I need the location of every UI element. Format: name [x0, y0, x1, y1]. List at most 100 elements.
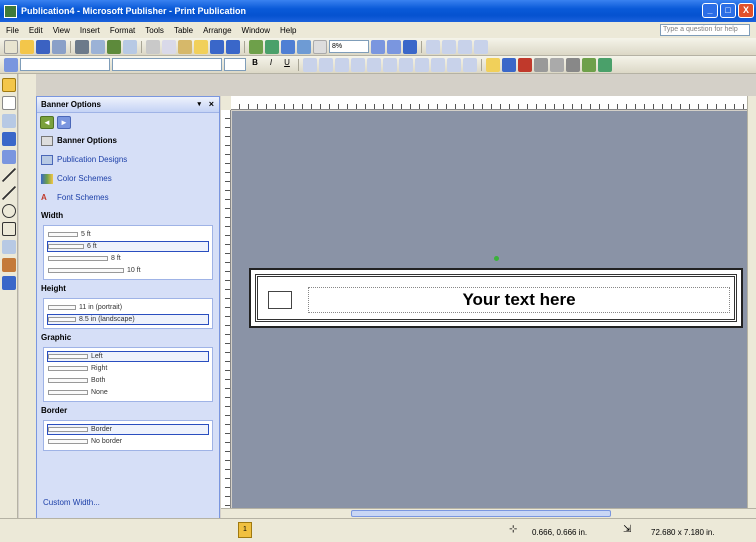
copy-icon[interactable]	[162, 39, 176, 54]
decrease-font-icon[interactable]	[447, 57, 461, 72]
align-right-icon[interactable]	[335, 57, 349, 72]
shadow-icon[interactable]	[582, 57, 596, 72]
rotation-handle[interactable]	[494, 256, 499, 261]
banner-graphic-icon[interactable]	[268, 291, 292, 309]
menu-arrange[interactable]: Arrange	[203, 26, 231, 35]
align-left-icon[interactable]	[303, 57, 317, 72]
open-icon[interactable]	[20, 39, 34, 54]
styles-icon[interactable]	[4, 57, 18, 72]
graphic-option-both[interactable]: Both	[47, 375, 209, 386]
columns-icon[interactable]	[297, 39, 311, 54]
fill-color-icon[interactable]	[486, 57, 500, 72]
font-color-icon[interactable]	[518, 57, 532, 72]
banner-text-box[interactable]: Your text here	[308, 287, 730, 313]
numbering-icon[interactable]	[383, 57, 397, 72]
menu-table[interactable]: Table	[174, 26, 193, 35]
send-to-back-icon[interactable]	[265, 39, 279, 54]
redo-icon[interactable]	[226, 39, 240, 54]
link-color-schemes[interactable]: Color Schemes	[37, 169, 219, 188]
graphic-option-none[interactable]: None	[47, 387, 209, 398]
horizontal-ruler[interactable]	[231, 96, 747, 110]
increase-indent-icon[interactable]	[431, 57, 445, 72]
publisher-app-icon[interactable]	[4, 4, 17, 18]
decrease-indent-icon[interactable]	[415, 57, 429, 72]
design-gallery-icon[interactable]	[2, 258, 16, 272]
connect-frames-icon[interactable]	[426, 39, 440, 54]
width-option-5ft[interactable]: 5 ft	[47, 229, 209, 240]
menu-window[interactable]: Window	[242, 26, 270, 35]
zoom-in-icon[interactable]	[387, 39, 401, 54]
menu-help[interactable]: Help	[280, 26, 296, 35]
increase-font-icon[interactable]	[463, 57, 477, 72]
font-combo[interactable]	[112, 58, 222, 71]
style-combo[interactable]	[20, 58, 110, 71]
save-icon[interactable]	[36, 39, 50, 54]
search-file-icon[interactable]	[52, 39, 66, 54]
vertical-ruler[interactable]	[221, 110, 231, 508]
format-painter-icon[interactable]	[194, 39, 208, 54]
bring-to-front-icon[interactable]	[249, 39, 263, 54]
width-option-10ft[interactable]: 10 ft	[47, 265, 209, 276]
menu-view[interactable]: View	[53, 26, 70, 35]
task-pane-close-icon[interactable]: ×	[209, 99, 214, 109]
rectangle-icon[interactable]	[2, 222, 16, 236]
menu-file[interactable]: File	[6, 26, 19, 35]
line-color-icon[interactable]	[502, 57, 516, 72]
bullets-icon[interactable]	[399, 57, 413, 72]
ruler-corner[interactable]	[221, 96, 231, 110]
border-option-border[interactable]: Border	[47, 424, 209, 435]
line-spacing-icon[interactable]	[367, 57, 381, 72]
more-buttons-icon[interactable]	[2, 276, 16, 290]
zoom-out-icon[interactable]	[371, 39, 385, 54]
graphic-option-left[interactable]: Left	[47, 351, 209, 362]
horizontal-scrollbar[interactable]	[221, 508, 756, 518]
page-navigation-icon[interactable]: 1	[238, 522, 252, 538]
height-option-landscape[interactable]: 8.5 in (landscape)	[47, 314, 209, 325]
graphic-option-right[interactable]: Right	[47, 363, 209, 374]
italic-icon[interactable]: I	[264, 58, 278, 72]
custom-width-link[interactable]: Custom Width...	[43, 498, 100, 507]
research-icon[interactable]	[123, 39, 137, 54]
text-box-icon[interactable]	[2, 96, 16, 110]
menu-tools[interactable]: Tools	[145, 26, 164, 35]
wordart-icon[interactable]	[2, 132, 16, 146]
menu-format[interactable]: Format	[110, 26, 135, 35]
break-link-icon[interactable]	[442, 39, 456, 54]
arrow-style-icon[interactable]	[566, 57, 580, 72]
3d-style-icon[interactable]	[598, 57, 612, 72]
align-center-icon[interactable]	[319, 57, 333, 72]
menu-insert[interactable]: Insert	[80, 26, 100, 35]
spelling-icon[interactable]	[107, 39, 121, 54]
maximize-button[interactable]: □	[720, 3, 736, 18]
undo-icon[interactable]	[210, 39, 224, 54]
back-icon[interactable]: ◄	[40, 115, 54, 129]
line-style-icon[interactable]	[534, 57, 548, 72]
picture-frame-icon[interactable]	[2, 150, 16, 164]
oval-icon[interactable]	[2, 204, 16, 218]
banner-page[interactable]: Your text here	[249, 268, 743, 328]
select-objects-icon[interactable]	[2, 78, 16, 92]
minimize-button[interactable]: _	[702, 3, 718, 18]
vertical-scrollbar[interactable]	[747, 96, 756, 508]
print-preview-icon[interactable]	[91, 39, 105, 54]
print-icon[interactable]	[75, 39, 89, 54]
zoom-combo[interactable]: 8%	[329, 40, 369, 53]
autoshapes-icon[interactable]	[2, 240, 16, 254]
help-search-input[interactable]: Type a question for help	[660, 24, 750, 36]
height-option-portrait[interactable]: 11 in (portrait)	[47, 302, 209, 313]
insert-table-icon[interactable]	[2, 114, 16, 128]
next-frame-icon[interactable]	[474, 39, 488, 54]
font-size-combo[interactable]	[224, 58, 246, 71]
close-button[interactable]: X	[738, 3, 754, 18]
new-icon[interactable]	[4, 39, 18, 54]
forward-icon[interactable]: ►	[57, 115, 71, 129]
link-banner-options[interactable]: Banner Options	[37, 131, 219, 150]
horizontal-scroll-thumb[interactable]	[351, 510, 611, 517]
cut-icon[interactable]	[146, 39, 160, 54]
width-option-6ft[interactable]: 6 ft	[47, 241, 209, 252]
link-font-schemes[interactable]: A Font Schemes	[37, 188, 219, 207]
task-pane-menu-icon[interactable]: ▾	[197, 100, 201, 108]
bold-icon[interactable]: B	[248, 58, 262, 72]
link-publication-designs[interactable]: Publication Designs	[37, 150, 219, 169]
previous-frame-icon[interactable]	[458, 39, 472, 54]
